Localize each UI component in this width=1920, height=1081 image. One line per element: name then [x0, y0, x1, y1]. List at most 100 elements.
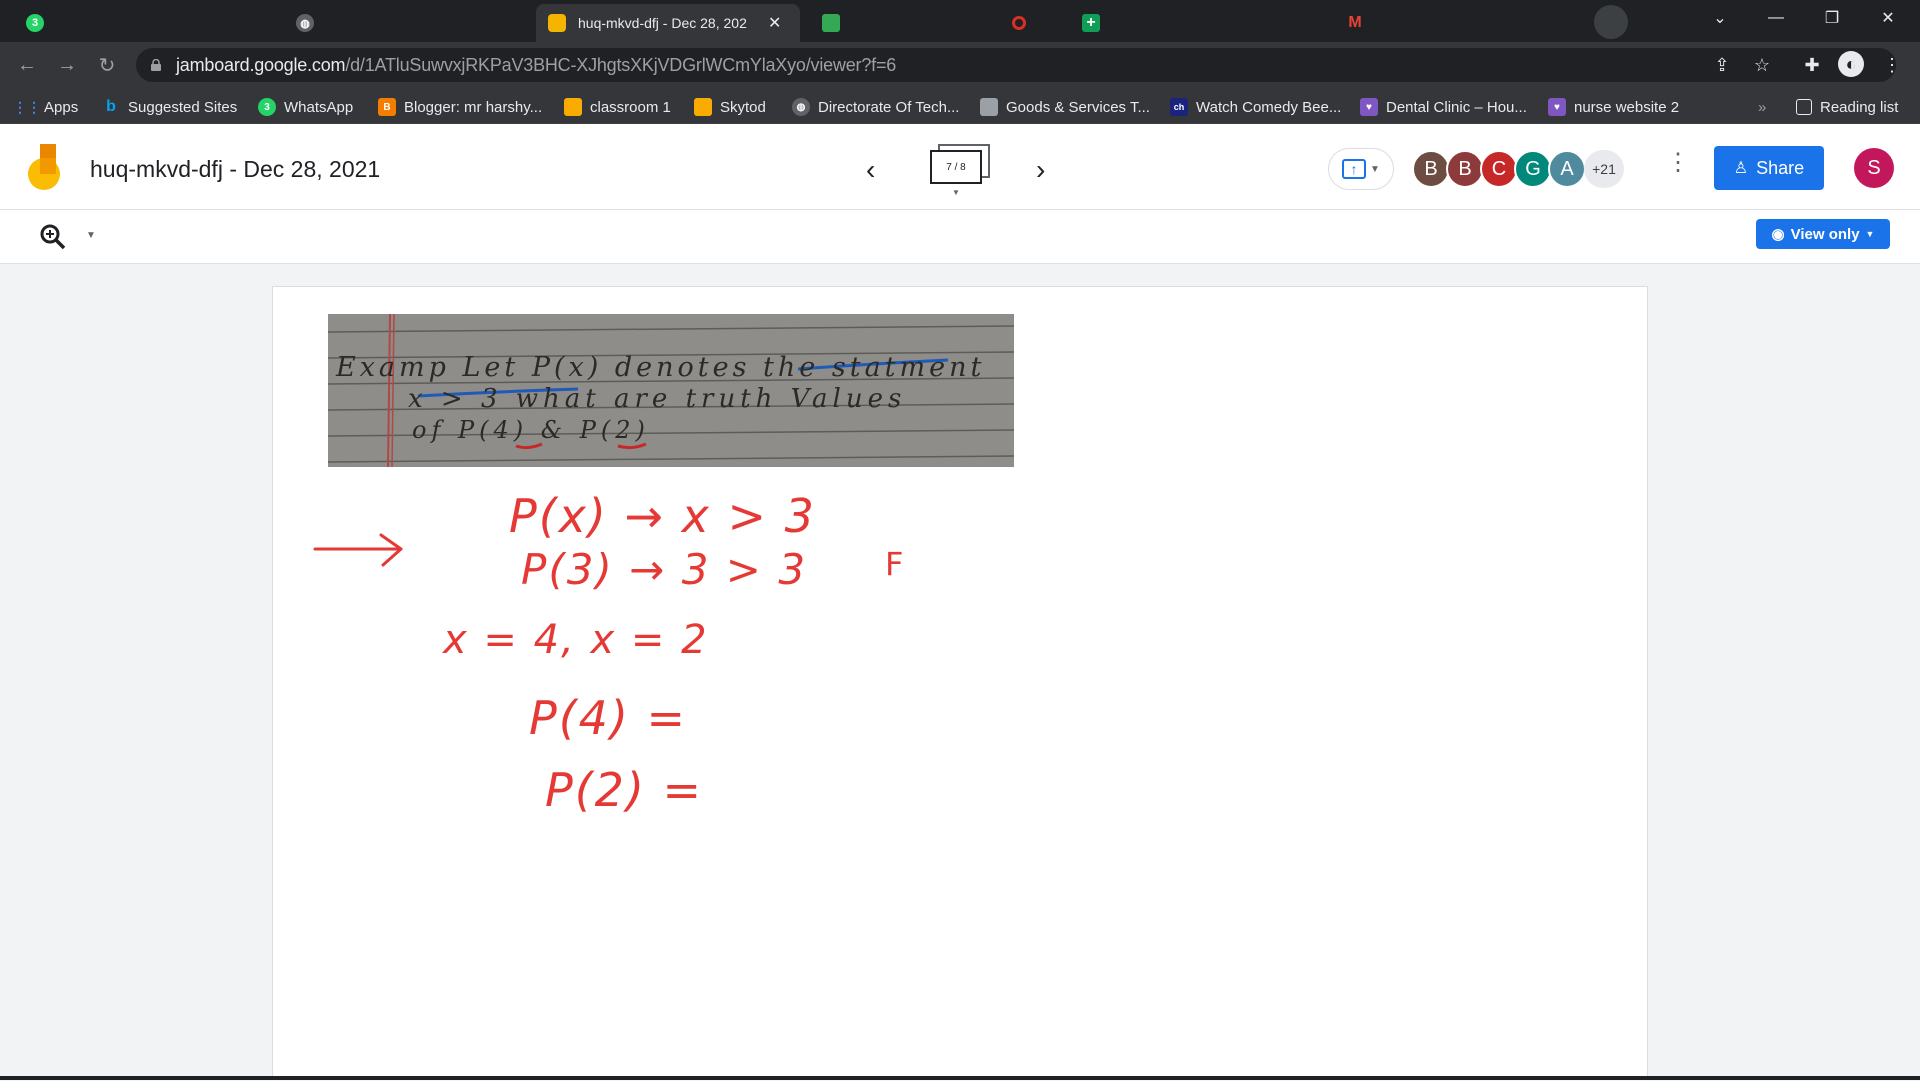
previous-frame-chevron-icon[interactable]: ‹	[866, 154, 875, 186]
bookmark-label: WhatsApp	[284, 98, 354, 116]
share-button[interactable]: ♙ Share	[1714, 146, 1824, 190]
globe-icon: ◍	[792, 98, 810, 116]
bookmark-whatsapp[interactable]: 3 WhatsApp	[258, 96, 353, 118]
bookmark-nurse-website[interactable]: ♥ nurse website 2	[1548, 96, 1679, 118]
chrome-profile-avatar[interactable]: ◐	[1838, 51, 1864, 77]
tab-meet[interactable]	[810, 4, 854, 42]
reading-list-label: Reading list	[1820, 98, 1899, 116]
bookmark-classroom[interactable]: classroom 1	[564, 96, 671, 118]
restore-icon[interactable]: ❐	[1804, 0, 1860, 36]
bookmark-blogger[interactable]: B Blogger: mr harshy...	[378, 96, 542, 118]
handwriting-line-5: P(2) =	[545, 763, 704, 817]
tab-record[interactable]	[1000, 4, 1044, 42]
forward-arrow-icon[interactable]: →	[52, 50, 82, 80]
chrome-menu-icon[interactable]: ⋮	[1878, 51, 1906, 79]
bookmark-label: Dental Clinic – Hou...	[1386, 98, 1527, 116]
present-upload-icon: ↑	[1342, 159, 1367, 179]
extensions-puzzle-icon[interactable]: ✚	[1798, 51, 1826, 79]
gmail-icon: M	[1348, 14, 1362, 31]
tab-sheets[interactable]: +	[1070, 4, 1114, 42]
reload-icon[interactable]: ↻	[92, 50, 122, 80]
user-avatar[interactable]: S	[1854, 148, 1894, 188]
ink-arrow	[313, 533, 403, 567]
more-collaborators-badge[interactable]: +21	[1584, 150, 1624, 188]
address-bar[interactable]: jamboard.google.com/d/1ATluSuwvxjRKPaV3B…	[136, 48, 1896, 82]
bookmark-label: Goods & Services T...	[1006, 98, 1150, 116]
jam-frame-canvas[interactable]: Examp Let P(x) denotes the statment x > …	[272, 286, 1648, 1080]
share-page-icon[interactable]: ⇪	[1708, 51, 1736, 79]
bookmark-skytod[interactable]: Skytod	[694, 96, 766, 118]
handwriting-line-1: P(x) → x > 3	[509, 489, 816, 543]
jamboard-logo-icon	[28, 144, 60, 190]
url-host: jamboard.google.com	[176, 54, 346, 75]
blogger-icon: B	[378, 98, 396, 116]
zoom-caret-icon[interactable]: ▼	[86, 230, 96, 241]
globe-icon: ◍	[296, 14, 314, 32]
bookmark-label: Skytod	[720, 98, 766, 116]
bookmark-comedy[interactable]: ch Watch Comedy Bee...	[1170, 96, 1341, 118]
collaborator-avatar[interactable]: B	[1412, 150, 1450, 188]
record-icon	[1012, 16, 1026, 30]
handwriting-false-mark: F	[885, 545, 904, 583]
close-icon[interactable]: ✕	[768, 13, 781, 33]
tab-search-avatar[interactable]	[1594, 5, 1628, 39]
collaborator-avatar[interactable]: A	[1548, 150, 1586, 188]
heart-icon: ♥	[1360, 98, 1378, 116]
minimize-icon[interactable]: —	[1748, 0, 1804, 36]
collaborator-avatar[interactable]: B	[1446, 150, 1484, 188]
url-text: jamboard.google.com/d/1ATluSuwvxjRKPaV3B…	[176, 55, 896, 76]
whatsapp-icon: 3	[26, 14, 44, 32]
tab-gmail[interactable]: M	[1334, 4, 1378, 42]
present-button[interactable]: ↑ ▼	[1328, 148, 1394, 190]
document-title[interactable]: huq-mkvd-dfj - Dec 28, 2021	[90, 156, 380, 183]
browser-toolbar: ← → ↻ jamboard.google.com/d/1ATluSuwvxjR…	[0, 42, 1920, 88]
whatsapp-icon: 3	[258, 98, 276, 116]
bookmarks-bar: ⋮⋮ Apps b Suggested Sites 3 WhatsApp B B…	[0, 88, 1920, 124]
tab-whatsapp[interactable]: 3	[14, 4, 58, 42]
browser-tab-strip: 3 ◍ huq-mkvd-dfj - Dec 28, 202 ✕ + M ⌄ —…	[0, 0, 1920, 42]
eye-icon: ◉	[1771, 226, 1785, 243]
handwriting-line-4: P(4) =	[529, 691, 688, 745]
tab-jamboard[interactable]: huq-mkvd-dfj - Dec 28, 202 ✕	[536, 4, 800, 42]
bookmark-label: nurse website 2	[1574, 98, 1680, 116]
collaborator-avatar[interactable]: G	[1514, 150, 1552, 188]
bookmark-label: Watch Comedy Bee...	[1196, 98, 1342, 116]
ch-icon: ch	[1170, 98, 1188, 116]
gst-icon	[980, 98, 998, 116]
frame-dropdown-caret-icon[interactable]: ▼	[952, 188, 960, 197]
lock-icon	[151, 59, 161, 71]
tab-globe[interactable]: ◍	[284, 4, 328, 42]
window-close-icon[interactable]: ✕	[1860, 0, 1916, 36]
collaborator-avatar[interactable]: C	[1480, 150, 1518, 188]
next-frame-chevron-icon[interactable]: ›	[1036, 154, 1045, 186]
bookmark-suggested-sites[interactable]: b Suggested Sites	[102, 96, 237, 118]
bookmark-apps[interactable]: ⋮⋮ Apps	[13, 96, 78, 118]
skytod-icon	[694, 98, 712, 116]
bookmark-gst[interactable]: Goods & Services T...	[980, 96, 1150, 118]
view-only-button[interactable]: ◉ View only ▼	[1756, 219, 1890, 249]
meet-icon	[822, 14, 840, 32]
view-only-caret-icon: ▼	[1865, 229, 1875, 239]
share-label: Share	[1756, 157, 1805, 178]
frame-indicator[interactable]: 7 / 8	[930, 150, 982, 184]
bing-icon: b	[106, 98, 116, 115]
bookmark-dental-clinic[interactable]: ♥ Dental Clinic – Hou...	[1360, 96, 1527, 118]
reading-list-icon	[1796, 99, 1812, 115]
reading-list[interactable]: Reading list	[1796, 96, 1898, 118]
canvas-area: Examp Let P(x) denotes the statment x > …	[0, 264, 1920, 1080]
bookmarks-overflow[interactable]: »	[1758, 96, 1766, 118]
bookmark-star-icon[interactable]: ☆	[1748, 51, 1776, 79]
more-options-icon[interactable]: ⋮	[1666, 151, 1690, 175]
present-caret-icon: ▼	[1370, 163, 1380, 175]
apps-grid-icon: ⋮⋮	[13, 98, 41, 115]
bookmark-directorate[interactable]: ◍ Directorate Of Tech...	[792, 96, 959, 118]
back-arrow-icon[interactable]: ←	[12, 50, 42, 80]
zoom-in-icon[interactable]	[38, 222, 68, 252]
bookmark-label: Blogger: mr harshy...	[404, 98, 543, 116]
handwriting-line-3: x = 4, x = 2	[443, 617, 709, 663]
bookmark-label: Directorate Of Tech...	[818, 98, 960, 116]
url-path: /d/1ATluSuwvxjRKPaV3BHC-XJhgtsXKjVDGrlWC…	[345, 54, 897, 75]
bookmark-label: Suggested Sites	[128, 98, 238, 116]
jamboard-header: huq-mkvd-dfj - Dec 28, 2021 ‹ 7 / 8 ▼ › …	[0, 124, 1920, 210]
tab-search-chevron-icon[interactable]: ⌄	[1692, 0, 1748, 36]
